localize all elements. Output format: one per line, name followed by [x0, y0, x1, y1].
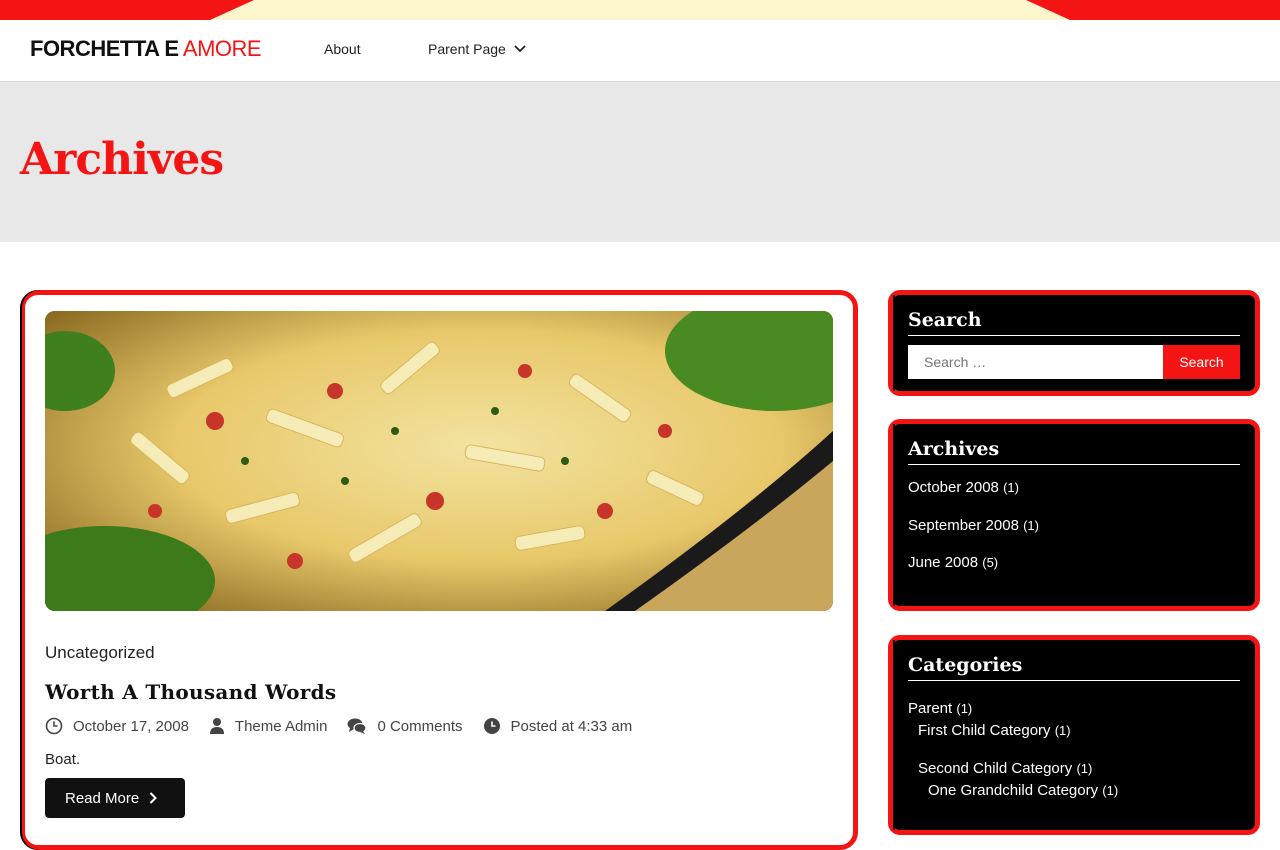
nav-item-label: Parent Page	[428, 41, 506, 57]
logo-light-text: AMORE	[182, 36, 262, 61]
post-title-link[interactable]: Worth A Thousand Words	[45, 680, 337, 704]
list-item[interactable]: First Child Category (1)	[918, 722, 1071, 739]
top-strip-center	[210, 0, 1070, 20]
post-comments-text: 0 Comments	[377, 717, 463, 735]
item-count: (1)	[956, 701, 973, 716]
category-link[interactable]: Second Child Category	[918, 760, 1072, 777]
category-link[interactable]: Parent	[908, 700, 952, 717]
item-count: (1)	[1023, 518, 1039, 533]
nav-item-parent-page[interactable]: Parent Page	[428, 41, 526, 57]
post-excerpt: Boat.	[45, 751, 81, 768]
item-count: (1)	[1054, 723, 1071, 738]
top-decorative-strip	[0, 0, 1280, 20]
list-item[interactable]: Parent (1)	[908, 700, 972, 717]
widget-title: Search	[908, 309, 1240, 336]
post-category-link[interactable]: Uncategorized	[45, 643, 155, 663]
post-date[interactable]: October 17, 2008	[45, 717, 189, 735]
widget-title: Categories	[908, 654, 1240, 681]
chevron-down-icon	[514, 45, 526, 53]
widget-title: Archives	[908, 438, 1240, 465]
post-comments[interactable]: 0 Comments	[347, 717, 463, 735]
list-item[interactable]: Second Child Category (1)	[918, 760, 1092, 777]
site-logo[interactable]: FORCHETTA E AMORE	[30, 36, 262, 62]
read-more-button[interactable]: Read More	[45, 778, 185, 818]
item-count: (1)	[1003, 480, 1019, 495]
user-icon	[209, 718, 224, 734]
category-link[interactable]: One Grandchild Category	[928, 782, 1098, 799]
list-item[interactable]: October 2008 (1)	[908, 479, 1019, 496]
post-author-text: Theme Admin	[234, 717, 328, 735]
post-card: Uncategorized Worth A Thousand Words Oct…	[20, 290, 858, 850]
list-item[interactable]: September 2008 (1)	[908, 517, 1039, 534]
post-date-text: October 17, 2008	[73, 717, 189, 735]
post-time: Posted at 4:33 am	[483, 717, 633, 735]
item-count: (1)	[1102, 783, 1119, 798]
categories-widget: Categories Parent (1) First Child Catego…	[888, 635, 1260, 835]
nav-item-about[interactable]: About	[324, 41, 361, 57]
logo-bold-text: FORCHETTA E	[30, 36, 179, 61]
search-widget: Search Search	[888, 290, 1260, 396]
category-link[interactable]: First Child Category	[918, 722, 1051, 739]
post-meta: October 17, 2008 Theme Admin 0 Comments …	[45, 717, 652, 735]
list-item[interactable]: June 2008 (5)	[908, 554, 998, 571]
archive-link[interactable]: October 2008	[908, 479, 999, 496]
post-thumbnail[interactable]	[45, 311, 833, 611]
pasta-image	[45, 311, 833, 611]
comments-icon	[347, 718, 368, 734]
clock-filled-icon	[483, 718, 500, 734]
item-count: (5)	[982, 555, 999, 570]
post-time-text: Posted at 4:33 am	[510, 717, 633, 735]
page-title-band: Archives	[0, 82, 1280, 242]
chevron-right-icon	[149, 792, 158, 804]
search-input[interactable]	[908, 345, 1164, 379]
site-header: FORCHETTA E AMORE About Parent Page	[0, 20, 1280, 82]
read-more-label: Read More	[65, 789, 140, 807]
archives-widget: Archives October 2008 (1) September 2008…	[888, 419, 1260, 611]
clock-icon	[45, 717, 63, 735]
search-button[interactable]: Search	[1163, 345, 1240, 379]
item-count: (1)	[1076, 761, 1093, 776]
archive-link[interactable]: June 2008	[908, 554, 978, 571]
page-title: Archives	[20, 134, 224, 185]
list-item[interactable]: One Grandchild Category (1)	[928, 782, 1118, 799]
archive-link[interactable]: September 2008	[908, 517, 1019, 534]
post-author[interactable]: Theme Admin	[209, 717, 328, 735]
